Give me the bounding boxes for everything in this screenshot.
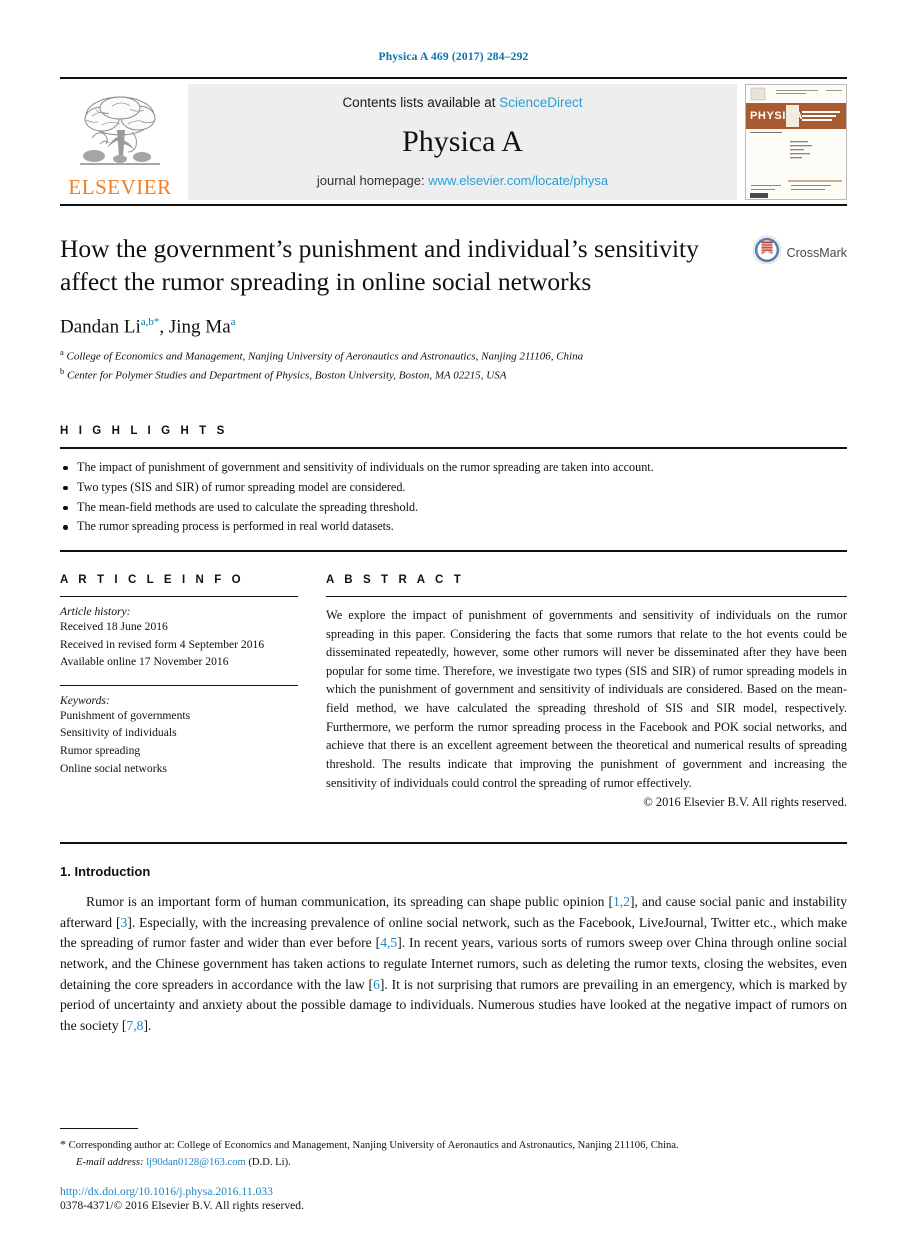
issn-copyright-line: 0378-4371/© 2016 Elsevier B.V. All right… [60, 1199, 304, 1212]
footnote-area: * Corresponding author at: College of Ec… [60, 1128, 847, 1212]
history-revised: Received in revised form 4 September 201… [60, 637, 265, 651]
author-list: Dandan Lia,b*, Jing Maa [60, 316, 727, 338]
author-name[interactable]: Jing Ma [169, 317, 231, 338]
list-item: The mean-field methods are used to calcu… [60, 498, 847, 518]
title-block: How the government’s punishment and indi… [60, 233, 847, 385]
masthead-top-rule [60, 77, 847, 79]
introduction-top-rule [60, 842, 847, 845]
highlights-bottom-rule [60, 550, 847, 553]
contents-prefix-text: Contents lists available at [342, 95, 500, 110]
journal-cover-thumbnail: PHYSICA [745, 84, 847, 200]
author-separator: , [159, 316, 169, 338]
masthead-center-panel: Contents lists available at ScienceDirec… [188, 84, 737, 200]
email-label: E-mail address: [76, 1157, 144, 1169]
citation-link[interactable]: 4,5 [380, 935, 397, 950]
homepage-prefix-text: journal homepage: [316, 173, 429, 188]
affiliation-item: b Center for Polymer Studies and Departm… [60, 365, 727, 385]
abstract-copyright: © 2016 Elsevier B.V. All rights reserved… [643, 795, 847, 810]
list-item: The impact of punishment of government a… [60, 458, 847, 478]
affiliation-text: College of Economics and Management, Nan… [66, 350, 584, 363]
paragraph-text: ]. [143, 1018, 152, 1034]
affiliation-marker: a [60, 346, 64, 357]
corresponding-author-note: * Corresponding author at: College of Ec… [60, 1135, 847, 1155]
article-history-block: Article history: Received 18 June 2016 R… [60, 605, 298, 671]
masthead-bottom-rule [60, 204, 847, 206]
list-item: Two types (SIS and SIR) of rumor spreadi… [60, 478, 847, 498]
paragraph-text: Rumor is an important form of human comm… [86, 894, 613, 910]
journal-title: Physica A [402, 124, 523, 158]
keyword-item: Sensitivity of individuals [60, 726, 177, 740]
affiliation-text: Center for Polymer Studies and Departmen… [67, 369, 507, 382]
introduction-heading: 1. Introduction [60, 864, 151, 880]
highlights-rule [60, 446, 847, 449]
elsevier-tree-logo [72, 92, 168, 176]
crossmark-label: CrossMark [786, 245, 847, 260]
citation-link[interactable]: 7,8 [126, 1018, 143, 1033]
history-online: Available online 17 November 2016 [60, 655, 229, 669]
keyword-item: Punishment of governments [60, 708, 191, 722]
info-abstract-row: A R T I C L E I N F O Article history: R… [60, 574, 847, 810]
highlights-list: The impact of punishment of government a… [60, 458, 847, 537]
doi-link[interactable]: http://dx.doi.org/10.1016/j.physa.2016.1… [60, 1185, 847, 1198]
sciencedirect-link[interactable]: ScienceDirect [499, 95, 582, 110]
journal-homepage-link[interactable]: www.elsevier.com/locate/physa [428, 173, 608, 188]
elsevier-wordmark: ELSEVIER [68, 175, 172, 199]
author-name[interactable]: Dandan Li [60, 317, 141, 338]
corresponding-author-text: Corresponding author at: College of Econ… [68, 1140, 679, 1152]
article-info-heading: A R T I C L E I N F O [60, 574, 245, 587]
author-affil-marker: a,b [140, 316, 154, 329]
contents-available-line: Contents lists available at ScienceDirec… [342, 95, 582, 110]
citation-link[interactable]: 6 [373, 977, 380, 992]
keyword-item: Online social networks [60, 761, 167, 775]
author-affil-marker: a [230, 316, 236, 329]
corresponding-star: * [60, 1137, 66, 1152]
keywords-rule [60, 684, 298, 686]
introduction-paragraph: Rumor is an important form of human comm… [60, 892, 847, 1037]
affiliation-list: a College of Economics and Management, N… [60, 346, 727, 385]
crossmark-badge[interactable]: CrossMark [752, 235, 847, 270]
email-link[interactable]: lj90dan0128@163.com [146, 1157, 246, 1168]
keywords-label: Keywords: [60, 693, 110, 707]
affiliation-item: a College of Economics and Management, N… [60, 346, 727, 366]
highlights-section: H I G H L I G H T S The impact of punish… [60, 424, 847, 553]
running-head: Physica A 469 (2017) 284–292 [378, 51, 529, 63]
email-note: E-mail address: lj90dan0128@163.com (D.D… [60, 1155, 847, 1172]
article-first-page: Physica A 469 (2017) 284–292 ELSEVIER Co… [0, 0, 907, 1238]
journal-masthead: ELSEVIER Contents lists available at Sci… [60, 84, 847, 200]
page-title: How the government’s punishment and indi… [60, 234, 699, 296]
citation-link[interactable]: 1,2 [613, 894, 630, 909]
elsevier-logo: ELSEVIER [60, 84, 180, 200]
article-info-rule [60, 596, 298, 598]
keyword-item: Rumor spreading [60, 744, 141, 758]
journal-homepage-line: journal homepage: www.elsevier.com/locat… [317, 173, 608, 188]
abstract-text: We explore the impact of punishment of g… [326, 608, 847, 790]
article-info-section: A R T I C L E I N F O Article history: R… [60, 574, 298, 810]
crossmark-logo-icon [752, 235, 782, 270]
email-attribution: (D.D. Li). [248, 1157, 291, 1169]
footnote-rule [60, 1128, 138, 1130]
abstract-section: A B S T R A C T We explore the impact of… [326, 574, 847, 810]
article-history-label: Article history: [60, 605, 131, 619]
highlights-heading: H I G H L I G H T S [60, 424, 228, 437]
list-item: The rumor spreading process is performed… [60, 517, 847, 537]
abstract-rule [326, 596, 847, 598]
history-received: Received 18 June 2016 [60, 620, 168, 634]
affiliation-marker: b [60, 366, 65, 377]
abstract-heading: A B S T R A C T [326, 574, 465, 587]
